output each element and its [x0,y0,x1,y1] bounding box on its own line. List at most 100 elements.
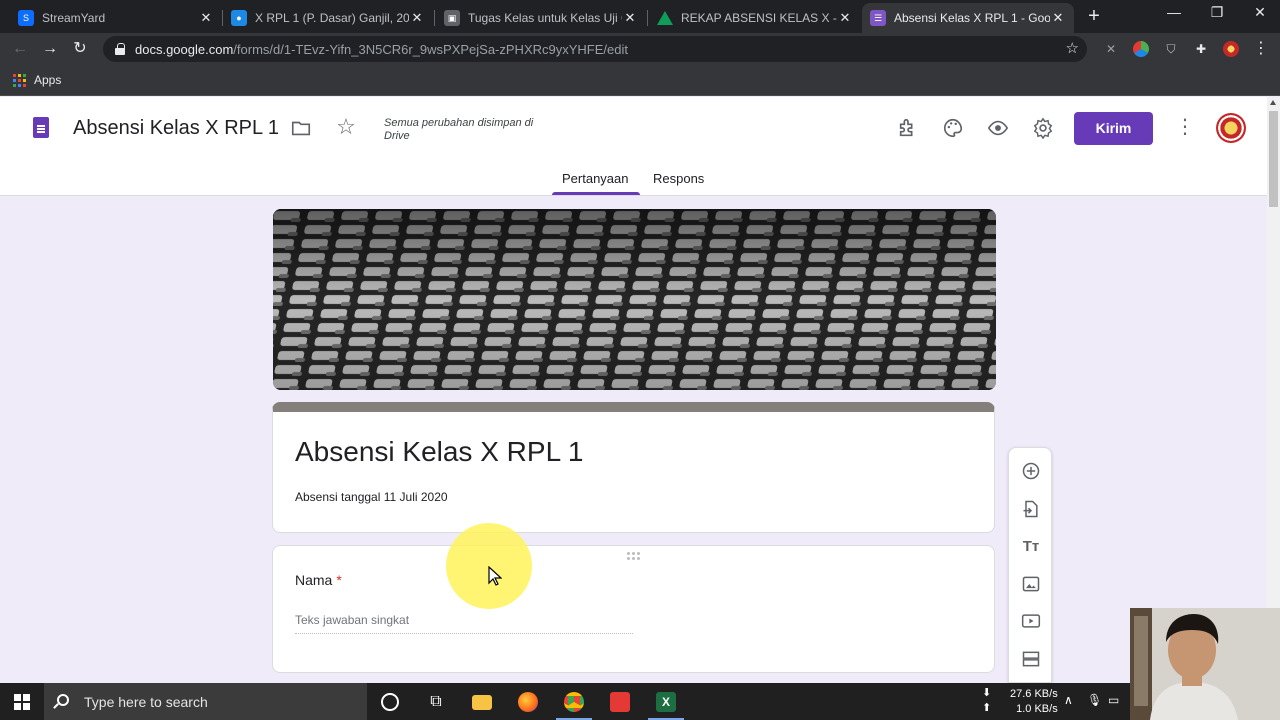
screen-recorder-icon[interactable] [610,692,630,712]
settings-gear-icon[interactable] [1031,117,1055,141]
browser-tab-classroom[interactable]: ● X RPL 1 (P. Dasar) Ganjil, 2020/2021 ✕ [223,3,433,33]
restore-button[interactable]: ❐ [1202,4,1232,21]
taskbar-search-box[interactable]: Type here to search [44,683,367,720]
extension-color-icon[interactable] [1133,41,1149,57]
import-questions-icon[interactable] [1020,498,1042,520]
network-speed: 27.6 KB/s 1.0 KB/s [1010,687,1058,717]
bookmarks-bar: Apps [0,65,1280,96]
scroll-up-icon[interactable] [1270,100,1276,105]
folder-icon[interactable] [290,117,312,139]
apps-shortcut[interactable]: Apps [13,73,61,87]
search-placeholder: Type here to search [84,693,208,710]
new-tab-button[interactable]: + [1084,6,1104,26]
reload-button[interactable]: ↻ [70,39,90,59]
microphone-icon[interactable]: 🎙 [1087,693,1102,707]
form-title[interactable]: Absensi Kelas X RPL 1 [295,436,583,468]
add-question-icon[interactable] [1020,460,1042,482]
streamyard-favicon-icon: S [18,10,34,26]
download-speed: 27.6 KB/s [1010,688,1058,700]
addons-icon[interactable] [896,117,920,141]
palette-icon[interactable] [941,117,965,141]
browser-toolbar: ← → ↻ docs.google.com/forms/d/1-TEvz-Yif… [0,33,1280,65]
classroom-favicon-icon: ● [231,10,247,26]
page-scrollbar[interactable] [1267,97,1280,683]
close-icon[interactable]: ✕ [622,10,638,26]
apps-label: Apps [34,73,62,87]
close-window-button[interactable]: ✕ [1245,4,1275,21]
add-video-icon[interactable] [1020,610,1042,632]
question-title[interactable]: Nama * [295,572,342,588]
show-hidden-icons-icon[interactable]: ∧ [1064,693,1073,707]
browser-tab-tugas[interactable]: ▣ Tugas Kelas untuk Kelas Uji Co ✕ [436,3,646,33]
drag-handle-icon[interactable] [627,552,640,560]
profile-avatar[interactable] [1223,41,1239,57]
browser-tab-rekap[interactable]: REKAP ABSENSI KELAS X - Goo ✕ [649,3,861,33]
short-answer-field: Teks jawaban singkat [295,613,633,634]
form-title-card[interactable]: Absensi Kelas X RPL 1 Absensi tanggal 11… [272,402,995,533]
tab-title: StreamYard [42,11,106,25]
lock-icon [115,43,125,55]
forms-favicon-icon: ☰ [870,10,886,26]
forms-header: Absensi Kelas X RPL 1 ☆ Semua perubahan … [0,97,1267,196]
excel-icon[interactable]: X [656,692,676,712]
scrollbar-thumb[interactable] [1269,111,1278,207]
apps-grid-icon [13,73,26,87]
close-icon[interactable]: ✕ [409,10,425,26]
close-icon[interactable]: ✕ [837,10,853,26]
file-explorer-icon[interactable] [472,695,492,710]
windows-taskbar: Type here to search ⧉ X ⬇ ⬆ 27.6 KB/s 1.0… [0,683,1280,720]
add-image-icon[interactable] [1020,573,1042,595]
account-avatar[interactable] [1216,113,1246,143]
back-button[interactable]: ← [10,39,30,59]
question-tools-panel: Tт [1008,447,1052,683]
close-icon[interactable]: ✕ [198,10,214,26]
drive-favicon-icon [657,11,673,25]
task-view-icon[interactable]: ⧉ [426,692,446,712]
browser-tab-strip: S StreamYard ✕ ● X RPL 1 (P. Dasar) Ganj… [0,0,1280,33]
webcam-overlay [1130,608,1280,720]
question-card[interactable]: Nama * Teks jawaban singkat [272,545,995,673]
classroom-favicon-icon: ▣ [444,10,460,26]
tab-title: X RPL 1 (P. Dasar) Ganjil, 2020/2021 [255,11,409,25]
browser-menu-icon[interactable]: ⋮ [1253,41,1269,57]
upload-speed: 1.0 KB/s [1016,703,1058,715]
add-title-icon[interactable]: Tт [1020,535,1042,557]
windows-start-icon[interactable] [14,694,30,710]
cortana-icon[interactable] [381,693,399,711]
battery-icon[interactable]: ▭ [1108,693,1119,707]
shield-icon[interactable]: ⛉ [1163,41,1179,57]
network-transfer-icon: ⬇ ⬆ [982,687,992,714]
forward-button[interactable]: → [40,39,60,59]
tab-title: Absensi Kelas X RPL 1 - Google [894,11,1050,25]
extension-x-icon[interactable]: ✕ [1103,41,1119,57]
address-bar[interactable]: docs.google.com/forms/d/1-TEvz-Yifn_3N5C… [103,36,1087,62]
mouse-pointer-icon [488,565,503,591]
save-status: Semua perubahan disimpan di Drive [384,117,534,142]
bookmark-star-icon[interactable]: ☆ [1066,39,1079,57]
firefox-icon[interactable] [518,692,538,712]
extensions-puzzle-icon[interactable]: ✚ [1193,41,1209,57]
browser-tab-absensi[interactable]: ☰ Absensi Kelas X RPL 1 - Google ✕ [862,3,1074,33]
required-marker: * [336,572,342,588]
form-name[interactable]: Absensi Kelas X RPL 1 [73,117,279,140]
browser-tab-streamyard[interactable]: S StreamYard ✕ [10,3,222,33]
url-host: docs.google.com [135,41,234,57]
close-icon[interactable]: ✕ [1050,10,1066,26]
search-icon [57,694,69,706]
send-button[interactable]: Kirim [1074,112,1153,145]
google-forms-logo-icon[interactable] [33,117,49,138]
tab-title: Tugas Kelas untuk Kelas Uji Co [468,11,622,25]
form-description[interactable]: Absensi tanggal 11 Juli 2020 [295,490,448,504]
question-title-text: Nama [295,572,333,588]
more-vert-icon[interactable]: ⋮ [1174,115,1196,139]
active-tab-indicator [552,192,640,195]
tab-title: REKAP ABSENSI KELAS X - Goo [681,11,837,25]
star-icon[interactable]: ☆ [334,116,358,140]
tab-pertanyaan[interactable]: Pertanyaan [562,171,629,186]
add-section-icon[interactable] [1020,648,1042,670]
form-header-image [273,209,996,390]
minimize-button[interactable]: — [1159,4,1189,20]
preview-eye-icon[interactable] [986,117,1010,141]
chrome-icon[interactable] [564,692,584,712]
tab-respons[interactable]: Respons [653,171,704,186]
